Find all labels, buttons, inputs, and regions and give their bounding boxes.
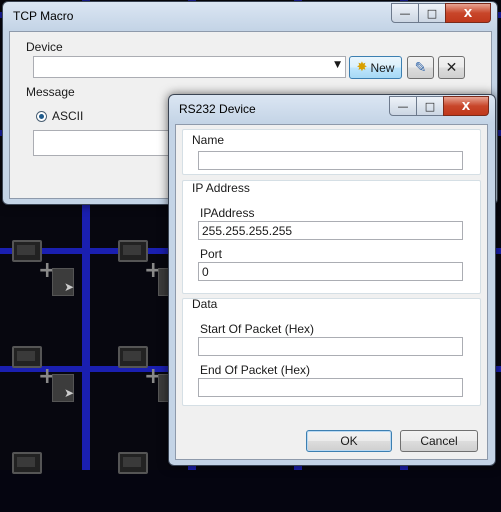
ascii-radio[interactable] <box>36 111 47 122</box>
ascii-label: ASCII <box>52 109 84 123</box>
chevron-down-icon: ▼ <box>334 60 341 70</box>
dialog-client-area: Name IP Address IPAddress 255.255.255.25… <box>175 124 488 460</box>
window-title: TCP Macro <box>13 9 74 23</box>
ipaddress-input[interactable]: 255.255.255.255 <box>198 221 463 240</box>
message-label: Message <box>26 85 75 99</box>
device-select[interactable]: ▼ <box>33 56 346 78</box>
port-value: 0 <box>202 265 209 279</box>
minimize-button[interactable]: — <box>391 3 419 23</box>
close-button[interactable]: X <box>445 3 491 23</box>
dialog-minimize-button[interactable]: — <box>389 96 417 116</box>
rs232-device-dialog: RS232 Device — □ X Name IP Address IPAdd… <box>168 94 496 466</box>
edit-device-button[interactable]: ✎ <box>407 56 434 79</box>
cancel-button[interactable]: Cancel <box>400 430 478 452</box>
device-label: Device <box>26 40 63 54</box>
ipaddress-label: IPAddress <box>200 206 255 220</box>
port-label: Port <box>200 247 223 261</box>
dialog-close-button[interactable]: X <box>443 96 489 116</box>
name-input[interactable] <box>198 151 463 170</box>
message-input[interactable] <box>33 130 173 156</box>
start-of-packet-input[interactable] <box>198 337 463 356</box>
end-of-packet-label: End Of Packet (Hex) <box>200 363 311 377</box>
end-of-packet-input[interactable] <box>198 378 463 397</box>
pencil-icon: ✎ <box>414 59 427 76</box>
ok-button[interactable]: OK <box>306 430 392 452</box>
new-icon: ✸ <box>356 60 368 75</box>
dialog-title: RS232 Device <box>179 102 256 116</box>
start-of-packet-label: Start Of Packet (Hex) <box>200 322 315 336</box>
delete-device-button[interactable]: ✕ <box>438 56 465 79</box>
window-controls: — □ X <box>391 3 491 23</box>
film-add-icon: +➤ <box>12 346 74 406</box>
ok-button-label: OK <box>340 434 358 448</box>
maximize-button[interactable]: □ <box>418 3 446 23</box>
ipaddress-value: 255.255.255.255 <box>202 224 293 238</box>
data-group-label: Data <box>192 297 218 311</box>
dialog-maximize-button[interactable]: □ <box>416 96 444 116</box>
port-input[interactable]: 0 <box>198 262 463 281</box>
new-device-button[interactable]: ✸ New <box>349 56 402 79</box>
title-bar[interactable]: TCP Macro — □ X <box>3 2 497 30</box>
ip-group-label: IP Address <box>192 181 250 195</box>
dialog-title-bar[interactable]: RS232 Device — □ X <box>169 95 495 123</box>
film-add-icon <box>12 452 72 512</box>
cancel-button-label: Cancel <box>420 434 458 448</box>
name-label: Name <box>192 133 225 147</box>
film-add-icon: +➤ <box>12 240 74 300</box>
dialog-window-controls: — □ X <box>389 96 489 116</box>
new-button-label: New <box>370 60 395 75</box>
delete-icon: ✕ <box>445 59 458 76</box>
